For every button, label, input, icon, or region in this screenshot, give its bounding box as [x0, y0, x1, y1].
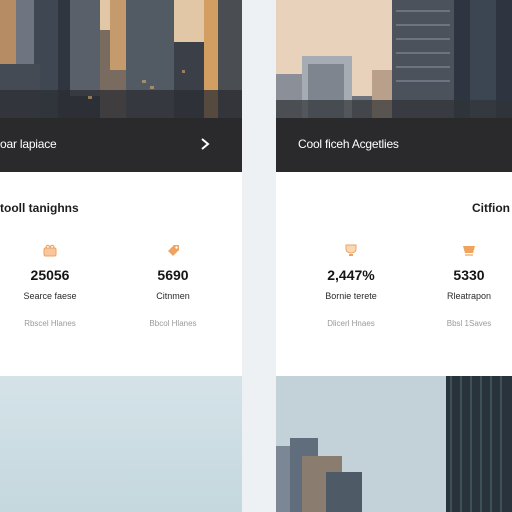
stat-value: 2,447% [327, 267, 375, 283]
stat-item: 5330 Rleatrapon Bbsl 1Saves [424, 242, 512, 328]
panel-title: Cool ficeh Acgetlies [298, 137, 399, 151]
stat-sub: Bbsl 1Saves [446, 319, 492, 328]
title-bar[interactable]: oar lapiace [0, 118, 242, 172]
left-panel: oar lapiace tooll tanighns 25056 Searce … [0, 0, 242, 512]
stat-label: Citnmen [156, 291, 190, 301]
stat-label: Bornie terete [325, 291, 377, 301]
stats-card: Citfion 2,447% Bornie terete Dlicerl Hna… [276, 172, 512, 376]
chevron-right-icon[interactable] [198, 136, 212, 152]
cart-icon [463, 246, 475, 256]
gift-icon [43, 244, 57, 257]
card-title: Citfion [472, 201, 510, 215]
bottom-image [276, 376, 512, 512]
stat-sub: Bbcol Hlanes [149, 319, 197, 328]
stat-value: 5690 [157, 267, 189, 283]
skyline-image [276, 0, 512, 118]
bottom-image [0, 376, 242, 512]
stats-card: tooll tanighns 25056 Searce faese Rbscel… [0, 172, 242, 376]
card-title: tooll tanighns [0, 201, 79, 215]
column-gap [242, 0, 276, 512]
stat-value: 25056 [30, 267, 70, 283]
title-bar[interactable]: Cool ficeh Acgetlies [276, 118, 512, 172]
trophy-icon [345, 244, 357, 256]
stat-label: Searce faese [23, 291, 77, 301]
stat-sub: Dlicerl Hnaes [327, 319, 375, 328]
panel-title: oar lapiace [0, 137, 57, 151]
tag-icon [168, 245, 179, 256]
right-panel: Cool ficeh Acgetlies Citfion 2,447% Born… [276, 0, 512, 512]
stat-value: 5330 [453, 267, 485, 283]
stat-label: Rleatrapon [446, 291, 492, 301]
stat-item: 25056 Searce faese Rbscel Hlanes [5, 242, 95, 328]
stat-item: 5690 Citnmen Bbcol Hlanes [128, 242, 218, 328]
stat-sub: Rbscel Hlanes [24, 319, 76, 328]
stat-item: 2,447% Bornie terete Dlicerl Hnaes [306, 242, 396, 328]
skyline-image [0, 0, 242, 118]
